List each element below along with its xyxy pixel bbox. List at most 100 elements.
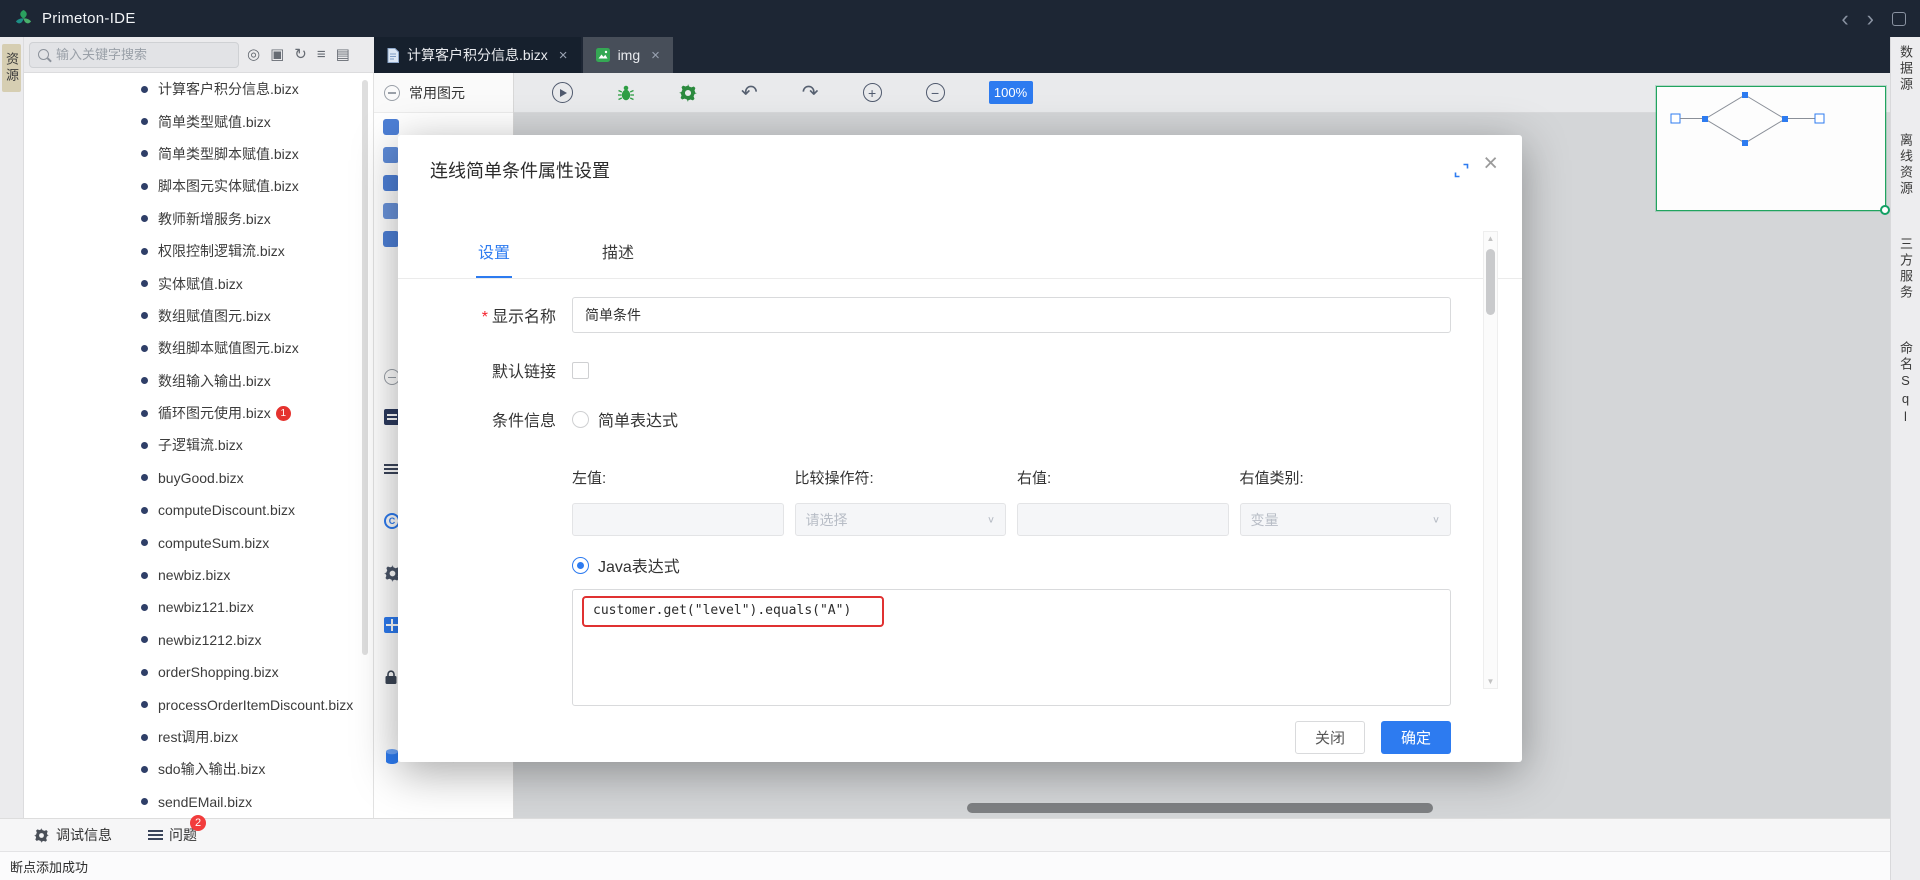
right-value-input[interactable] bbox=[1017, 503, 1229, 536]
debug-bug-icon[interactable] bbox=[617, 84, 635, 102]
scroll-down-icon[interactable]: ▼ bbox=[1487, 675, 1495, 688]
left-value-label: 左值: bbox=[572, 467, 784, 488]
tab-debug-info[interactable]: 调试信息 bbox=[34, 825, 112, 845]
refresh-icon[interactable]: ↻ bbox=[294, 47, 307, 62]
nav-back-icon[interactable]: ‹ bbox=[1841, 8, 1848, 30]
tab-description[interactable]: 描述 bbox=[600, 239, 636, 278]
tree-item[interactable]: 实体赋值.bizx bbox=[24, 267, 373, 299]
radio-icon[interactable] bbox=[572, 411, 589, 428]
tab-problems[interactable]: 问题 2 bbox=[148, 825, 197, 845]
java-expression-textarea[interactable]: customer.get("level").equals("A") bbox=[572, 589, 1451, 706]
simple-expression-radio[interactable]: 简单表达式 bbox=[572, 407, 678, 431]
zoom-in-icon[interactable]: + bbox=[863, 83, 882, 102]
search-input[interactable] bbox=[56, 47, 206, 62]
dialog-scrollbar[interactable]: ▲ ▼ bbox=[1483, 231, 1498, 689]
tree-item[interactable]: 数组脚本赋值图元.bizx bbox=[24, 332, 373, 364]
tree-item[interactable]: newbiz.bizx bbox=[24, 559, 373, 591]
palette-icon bbox=[383, 175, 399, 191]
tree-item-label: 脚本图元实体赋值.bizx bbox=[158, 176, 299, 196]
maximize-icon[interactable] bbox=[1453, 162, 1470, 179]
rail-tab[interactable]: 命名Sql bbox=[1899, 341, 1912, 427]
zoom-out-icon[interactable]: − bbox=[926, 83, 945, 102]
tree-item-label: orderShopping.bizx bbox=[158, 664, 279, 680]
tree-item[interactable]: buyGood.bizx bbox=[24, 462, 373, 494]
zoom-level[interactable]: 100% bbox=[989, 81, 1033, 104]
undo-icon[interactable]: ↶ bbox=[741, 83, 758, 103]
left-rail: 资源 bbox=[0, 37, 24, 818]
nav-forward-icon[interactable]: › bbox=[1867, 8, 1874, 30]
right-value-label: 右值: bbox=[1017, 467, 1229, 488]
lock-icon bbox=[384, 670, 398, 685]
tree-item-label: 子逻辑流.bizx bbox=[158, 435, 243, 455]
operator-select[interactable]: 请选择 ∨ bbox=[795, 503, 1007, 536]
tree-item[interactable]: 简单类型赋值.bizx bbox=[24, 105, 373, 137]
tree-item[interactable]: 子逻辑流.bizx bbox=[24, 429, 373, 461]
tree-item[interactable]: 循环图元使用.bizx 1 bbox=[24, 397, 373, 429]
tree-item-label: computeDiscount.bizx bbox=[158, 502, 295, 518]
search-icon bbox=[38, 49, 49, 60]
file-bullet-icon bbox=[141, 474, 148, 481]
tree-item[interactable]: processOrderItemDiscount.bizx bbox=[24, 688, 373, 720]
rail-tab[interactable]: 数据源 bbox=[1899, 45, 1912, 93]
rail-tab[interactable]: 离线资源 bbox=[1899, 133, 1912, 197]
horizontal-scrollbar[interactable] bbox=[967, 803, 1433, 813]
close-button[interactable]: 关闭 bbox=[1295, 721, 1365, 754]
confirm-button[interactable]: 确定 bbox=[1381, 721, 1451, 754]
tab-settings[interactable]: 设置 bbox=[476, 239, 512, 278]
editor-tab-bizx[interactable]: 计算客户积分信息.bizx × bbox=[374, 37, 581, 73]
java-expression-radio[interactable]: Java表达式 bbox=[572, 553, 1451, 577]
tab-close-icon[interactable]: × bbox=[651, 47, 660, 64]
tree-scrollbar[interactable] bbox=[362, 80, 368, 655]
tree-item[interactable]: orderShopping.bizx bbox=[24, 656, 373, 688]
display-name-input[interactable] bbox=[572, 297, 1451, 333]
tree-item[interactable]: 权限控制逻辑流.bizx bbox=[24, 235, 373, 267]
tree-item[interactable]: 教师新增服务.bizx bbox=[24, 203, 373, 235]
run-icon[interactable] bbox=[552, 82, 573, 103]
sort-icon[interactable]: ≡ bbox=[317, 47, 326, 62]
search-box[interactable] bbox=[29, 42, 239, 68]
editor-tabbar: 计算客户积分信息.bizx × img × bbox=[374, 37, 1890, 73]
editor-tab-img[interactable]: img × bbox=[583, 37, 673, 73]
scroll-up-icon[interactable]: ▲ bbox=[1487, 232, 1495, 245]
tree-item[interactable]: rest调用.bizx bbox=[24, 721, 373, 753]
tree-item[interactable]: 计算客户积分信息.bizx bbox=[24, 73, 373, 105]
file-bullet-icon bbox=[141, 377, 148, 384]
default-link-label: 默认链接 bbox=[430, 358, 572, 382]
default-link-checkbox[interactable] bbox=[572, 362, 589, 379]
tree-item[interactable]: 数组赋值图元.bizx bbox=[24, 300, 373, 332]
tree-item[interactable]: 简单类型脚本赋值.bizx bbox=[24, 138, 373, 170]
collapse-group-icon[interactable] bbox=[384, 85, 400, 101]
scrollbar-thumb[interactable] bbox=[1486, 249, 1495, 315]
palette-icon bbox=[383, 119, 399, 135]
rail-tab[interactable]: 三方服务 bbox=[1899, 237, 1912, 301]
image-icon bbox=[596, 48, 610, 62]
tree-item[interactable]: newbiz121.bizx bbox=[24, 591, 373, 623]
package-icon[interactable]: ▣ bbox=[270, 47, 284, 62]
duplicate-icon[interactable]: ▤ bbox=[336, 47, 350, 62]
file-tree: 计算客户积分信息.bizx 简单类型赋值.bizx 简单类型脚本赋值.bizx … bbox=[24, 73, 374, 818]
left-value-input[interactable] bbox=[572, 503, 784, 536]
minimap-resize-handle[interactable] bbox=[1880, 205, 1890, 215]
file-bullet-icon bbox=[141, 766, 148, 773]
tree-item[interactable]: 数组输入输出.bizx bbox=[24, 365, 373, 397]
select-placeholder: 请选择 bbox=[806, 510, 848, 530]
file-bullet-icon bbox=[141, 215, 148, 222]
right-type-label: 右值类别: bbox=[1240, 467, 1452, 488]
tree-item[interactable]: computeDiscount.bizx bbox=[24, 494, 373, 526]
tree-item[interactable]: sendEMail.bizx bbox=[24, 786, 373, 818]
close-icon[interactable]: × bbox=[1483, 151, 1498, 176]
redo-icon[interactable]: ↷ bbox=[802, 83, 819, 103]
tree-item[interactable]: newbiz1212.bizx bbox=[24, 624, 373, 656]
layout-toggle-icon[interactable] bbox=[1892, 12, 1906, 26]
tree-item[interactable]: sdo输入输出.bizx bbox=[24, 753, 373, 785]
palette-icon bbox=[383, 231, 399, 247]
locate-icon[interactable]: ◎ bbox=[247, 47, 260, 62]
rail-tab-resource[interactable]: 资源 bbox=[2, 44, 21, 92]
tree-item-label: 实体赋值.bizx bbox=[158, 274, 243, 294]
tree-item[interactable]: 脚本图元实体赋值.bizx bbox=[24, 170, 373, 202]
radio-checked-icon[interactable] bbox=[572, 557, 589, 574]
debug-settings-icon[interactable] bbox=[679, 84, 697, 102]
tab-close-icon[interactable]: × bbox=[559, 47, 568, 64]
tree-item[interactable]: computeSum.bizx bbox=[24, 526, 373, 558]
right-type-select[interactable]: 变量 ∨ bbox=[1240, 503, 1452, 536]
